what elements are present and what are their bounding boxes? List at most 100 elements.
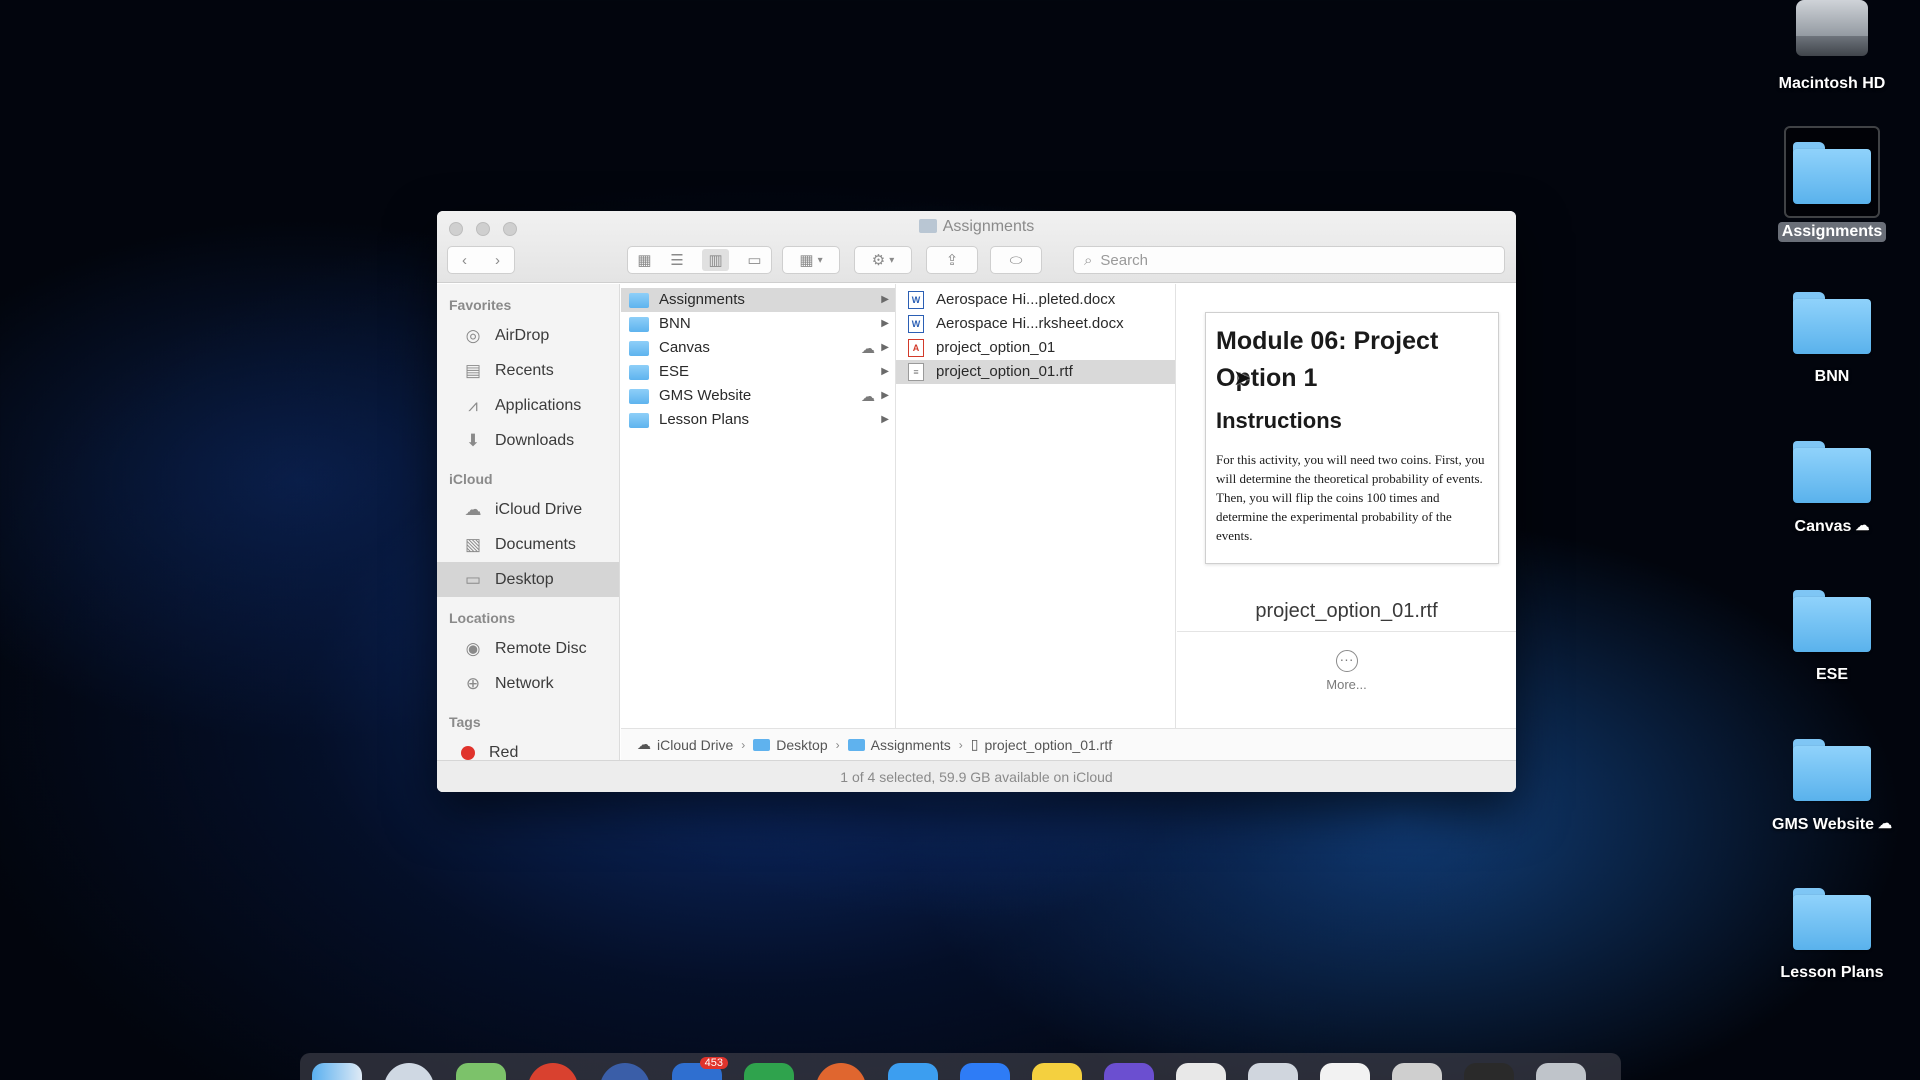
notes-dock-icon[interactable] bbox=[1032, 1063, 1082, 1080]
document-preview-thumbnail[interactable]: Module 06: Project Option 1 Instructions… bbox=[1205, 312, 1499, 564]
navigation-buttons: ‹ › bbox=[447, 246, 515, 274]
folder-icon bbox=[629, 292, 649, 308]
path-item-file[interactable]: project_option_01.rtf bbox=[984, 737, 1112, 753]
desktop-icon-gms-website[interactable]: GMS Website ☁ bbox=[1762, 739, 1902, 834]
folder-icon bbox=[629, 412, 649, 428]
more-button[interactable]: ··· More... bbox=[1177, 650, 1516, 692]
chevron-right-icon: › bbox=[835, 737, 840, 752]
sidebar-item-downloads[interactable]: ⬇ Downloads bbox=[437, 423, 619, 458]
sidebar-header-tags: Tags bbox=[449, 714, 481, 730]
folder-icon bbox=[1793, 739, 1871, 801]
icon-view-icon[interactable]: ▦ bbox=[637, 251, 651, 269]
action-button[interactable]: ⚙ ▾ bbox=[854, 246, 912, 274]
sidebar-header-favorites: Favorites bbox=[449, 297, 512, 313]
desktop-icon-lesson-plans[interactable]: Lesson Plans bbox=[1762, 888, 1902, 982]
preview-doc-body: For this activity, you will need two coi… bbox=[1216, 452, 1485, 543]
path-item-desktop[interactable]: Desktop bbox=[776, 737, 827, 753]
finder-dock-icon[interactable] bbox=[312, 1063, 362, 1080]
preview-doc-heading: Instructions bbox=[1216, 408, 1342, 433]
document-dock-icon[interactable] bbox=[1320, 1063, 1370, 1080]
disclosure-arrow-icon: ▶ bbox=[881, 342, 889, 353]
back-button[interactable]: ‹ bbox=[448, 252, 481, 269]
share-icon: ⇪ bbox=[945, 252, 959, 269]
window-thumbnail-dock-icon[interactable] bbox=[1392, 1063, 1442, 1080]
folder-icon bbox=[1793, 292, 1871, 354]
gallery-view-icon[interactable]: ▭ bbox=[747, 251, 761, 269]
list-item-file[interactable]: Aproject_option_01 bbox=[896, 336, 1175, 360]
desktop-icon-bnn[interactable]: BNN bbox=[1762, 292, 1902, 386]
list-item-ese[interactable]: ESE ▶ bbox=[621, 360, 895, 384]
maps-dock-icon[interactable] bbox=[456, 1063, 506, 1080]
list-item-file[interactable]: W Aerospace Hi...pleted.docx bbox=[896, 288, 1175, 312]
list-item-assignments[interactable]: Assignments ▶ bbox=[621, 288, 895, 312]
list-item-lesson-plans[interactable]: Lesson Plans ▶ bbox=[621, 408, 895, 432]
desktop-icon-label: ESE bbox=[1815, 666, 1848, 683]
downloads-icon: ⬇ bbox=[465, 431, 481, 450]
arrange-button[interactable]: ▦ ▾ bbox=[782, 246, 840, 274]
window-thumbnail-dock-icon[interactable] bbox=[1176, 1063, 1226, 1080]
sidebar-item-icloud-drive[interactable]: ☁ iCloud Drive bbox=[437, 492, 619, 527]
column-view-icon[interactable]: ▥ bbox=[702, 249, 729, 271]
list-item-file-selected[interactable]: ≡ project_option_01.rtf bbox=[896, 360, 1175, 384]
search-input[interactable]: ⌕ Search bbox=[1073, 246, 1505, 274]
window-thumbnail-dock-icon[interactable] bbox=[1464, 1063, 1514, 1080]
list-item-canvas[interactable]: Canvas ☁ ▶ bbox=[621, 336, 895, 360]
sidebar-item-airdrop[interactable]: ◎ AirDrop bbox=[437, 318, 619, 353]
sidebar-header-icloud: iCloud bbox=[449, 471, 493, 487]
list-item-bnn[interactable]: BNN ▶ bbox=[621, 312, 895, 336]
cloud-download-icon: ☁ bbox=[1877, 815, 1892, 831]
cloud-download-icon: ☁ bbox=[1855, 517, 1870, 533]
desktop-icon-macintosh-hd[interactable]: Macintosh HD bbox=[1762, 0, 1902, 93]
folder-icon bbox=[1793, 590, 1871, 652]
keynote-dock-icon[interactable] bbox=[816, 1063, 866, 1080]
numbers-dock-icon[interactable] bbox=[744, 1063, 794, 1080]
chevron-down-icon: ▾ bbox=[889, 254, 895, 266]
desktop-icon: ▭ bbox=[464, 570, 482, 589]
desktop-icon-canvas[interactable]: Canvas ☁ bbox=[1762, 441, 1902, 536]
sidebar-item-remote-disc[interactable]: ◉ Remote Disc bbox=[437, 631, 619, 666]
app-dock-icon[interactable] bbox=[600, 1063, 650, 1080]
tag-button[interactable]: ⬭ bbox=[990, 246, 1042, 274]
dock: 453 bbox=[300, 1053, 1621, 1080]
desktop-icon-label: Macintosh HD bbox=[1778, 75, 1886, 92]
chrome-dock-icon[interactable] bbox=[528, 1063, 578, 1080]
app-store-dock-icon[interactable] bbox=[888, 1063, 938, 1080]
sidebar-item-desktop[interactable]: ▭ Desktop bbox=[437, 562, 619, 597]
folder-column: Assignments ▶ BNN ▶ Canvas ☁ ▶ ESE ▶ GMS Webs… bbox=[621, 284, 896, 760]
window-thumbnail-dock-icon[interactable] bbox=[1248, 1063, 1298, 1080]
group-icon: ▦ bbox=[799, 252, 814, 269]
sidebar-item-documents[interactable]: ▧ Documents bbox=[437, 527, 619, 562]
list-item-gms-website[interactable]: GMS Website ☁ ▶ bbox=[621, 384, 895, 408]
toolbar: Assignments ‹ › ▦ ☰ ▥ ▭ ▦ ▾ ⚙ ▾ ⇪ ⬭ ⌕ Sear… bbox=[437, 211, 1516, 283]
search-placeholder: Search bbox=[1100, 251, 1148, 269]
mouse-cursor-icon: ➤ bbox=[1233, 365, 1252, 390]
preview-filename: project_option_01.rtf bbox=[1255, 600, 1438, 622]
desktop-icon-assignments[interactable]: Assignments bbox=[1762, 126, 1902, 242]
cloud-download-icon[interactable]: ☁ bbox=[861, 336, 875, 360]
share-button[interactable]: ⇪ bbox=[926, 246, 978, 274]
path-item-icloud-drive[interactable]: iCloud Drive bbox=[657, 737, 733, 753]
disclosure-arrow-icon: ▶ bbox=[881, 414, 889, 425]
path-bar: ☁ iCloud Drive › Desktop › Assignments ›… bbox=[621, 728, 1516, 760]
mail-dock-icon[interactable]: 453 bbox=[672, 1057, 728, 1080]
path-item-assignments[interactable]: Assignments bbox=[871, 737, 951, 753]
trash-dock-icon[interactable] bbox=[1536, 1063, 1586, 1080]
zoom-dock-icon[interactable] bbox=[960, 1063, 1010, 1080]
view-mode-selector: ▦ ☰ ▥ ▭ bbox=[627, 246, 772, 274]
sidebar-item-network[interactable]: ⊕ Network bbox=[437, 666, 619, 701]
cloud-download-icon[interactable]: ☁ bbox=[861, 384, 875, 408]
list-view-icon[interactable]: ☰ bbox=[670, 251, 683, 269]
folder-icon bbox=[753, 738, 771, 751]
word-document-icon: W bbox=[908, 291, 924, 309]
sidebar-item-recents[interactable]: ▤ Recents bbox=[437, 353, 619, 388]
sidebar-item-applications[interactable]: ⩘ Applications bbox=[437, 388, 619, 423]
documents-icon: ▧ bbox=[464, 535, 482, 554]
desktop-icon-ese[interactable]: ESE bbox=[1762, 590, 1902, 684]
app-dock-icon[interactable] bbox=[1104, 1063, 1154, 1080]
safari-dock-icon[interactable] bbox=[384, 1063, 434, 1080]
list-item-file[interactable]: W Aerospace Hi...rksheet.docx bbox=[896, 312, 1175, 336]
forward-button[interactable]: › bbox=[481, 252, 514, 269]
folder-icon bbox=[918, 219, 937, 233]
pdf-document-icon: A bbox=[908, 339, 924, 357]
disclosure-arrow-icon: ▶ bbox=[881, 294, 889, 305]
